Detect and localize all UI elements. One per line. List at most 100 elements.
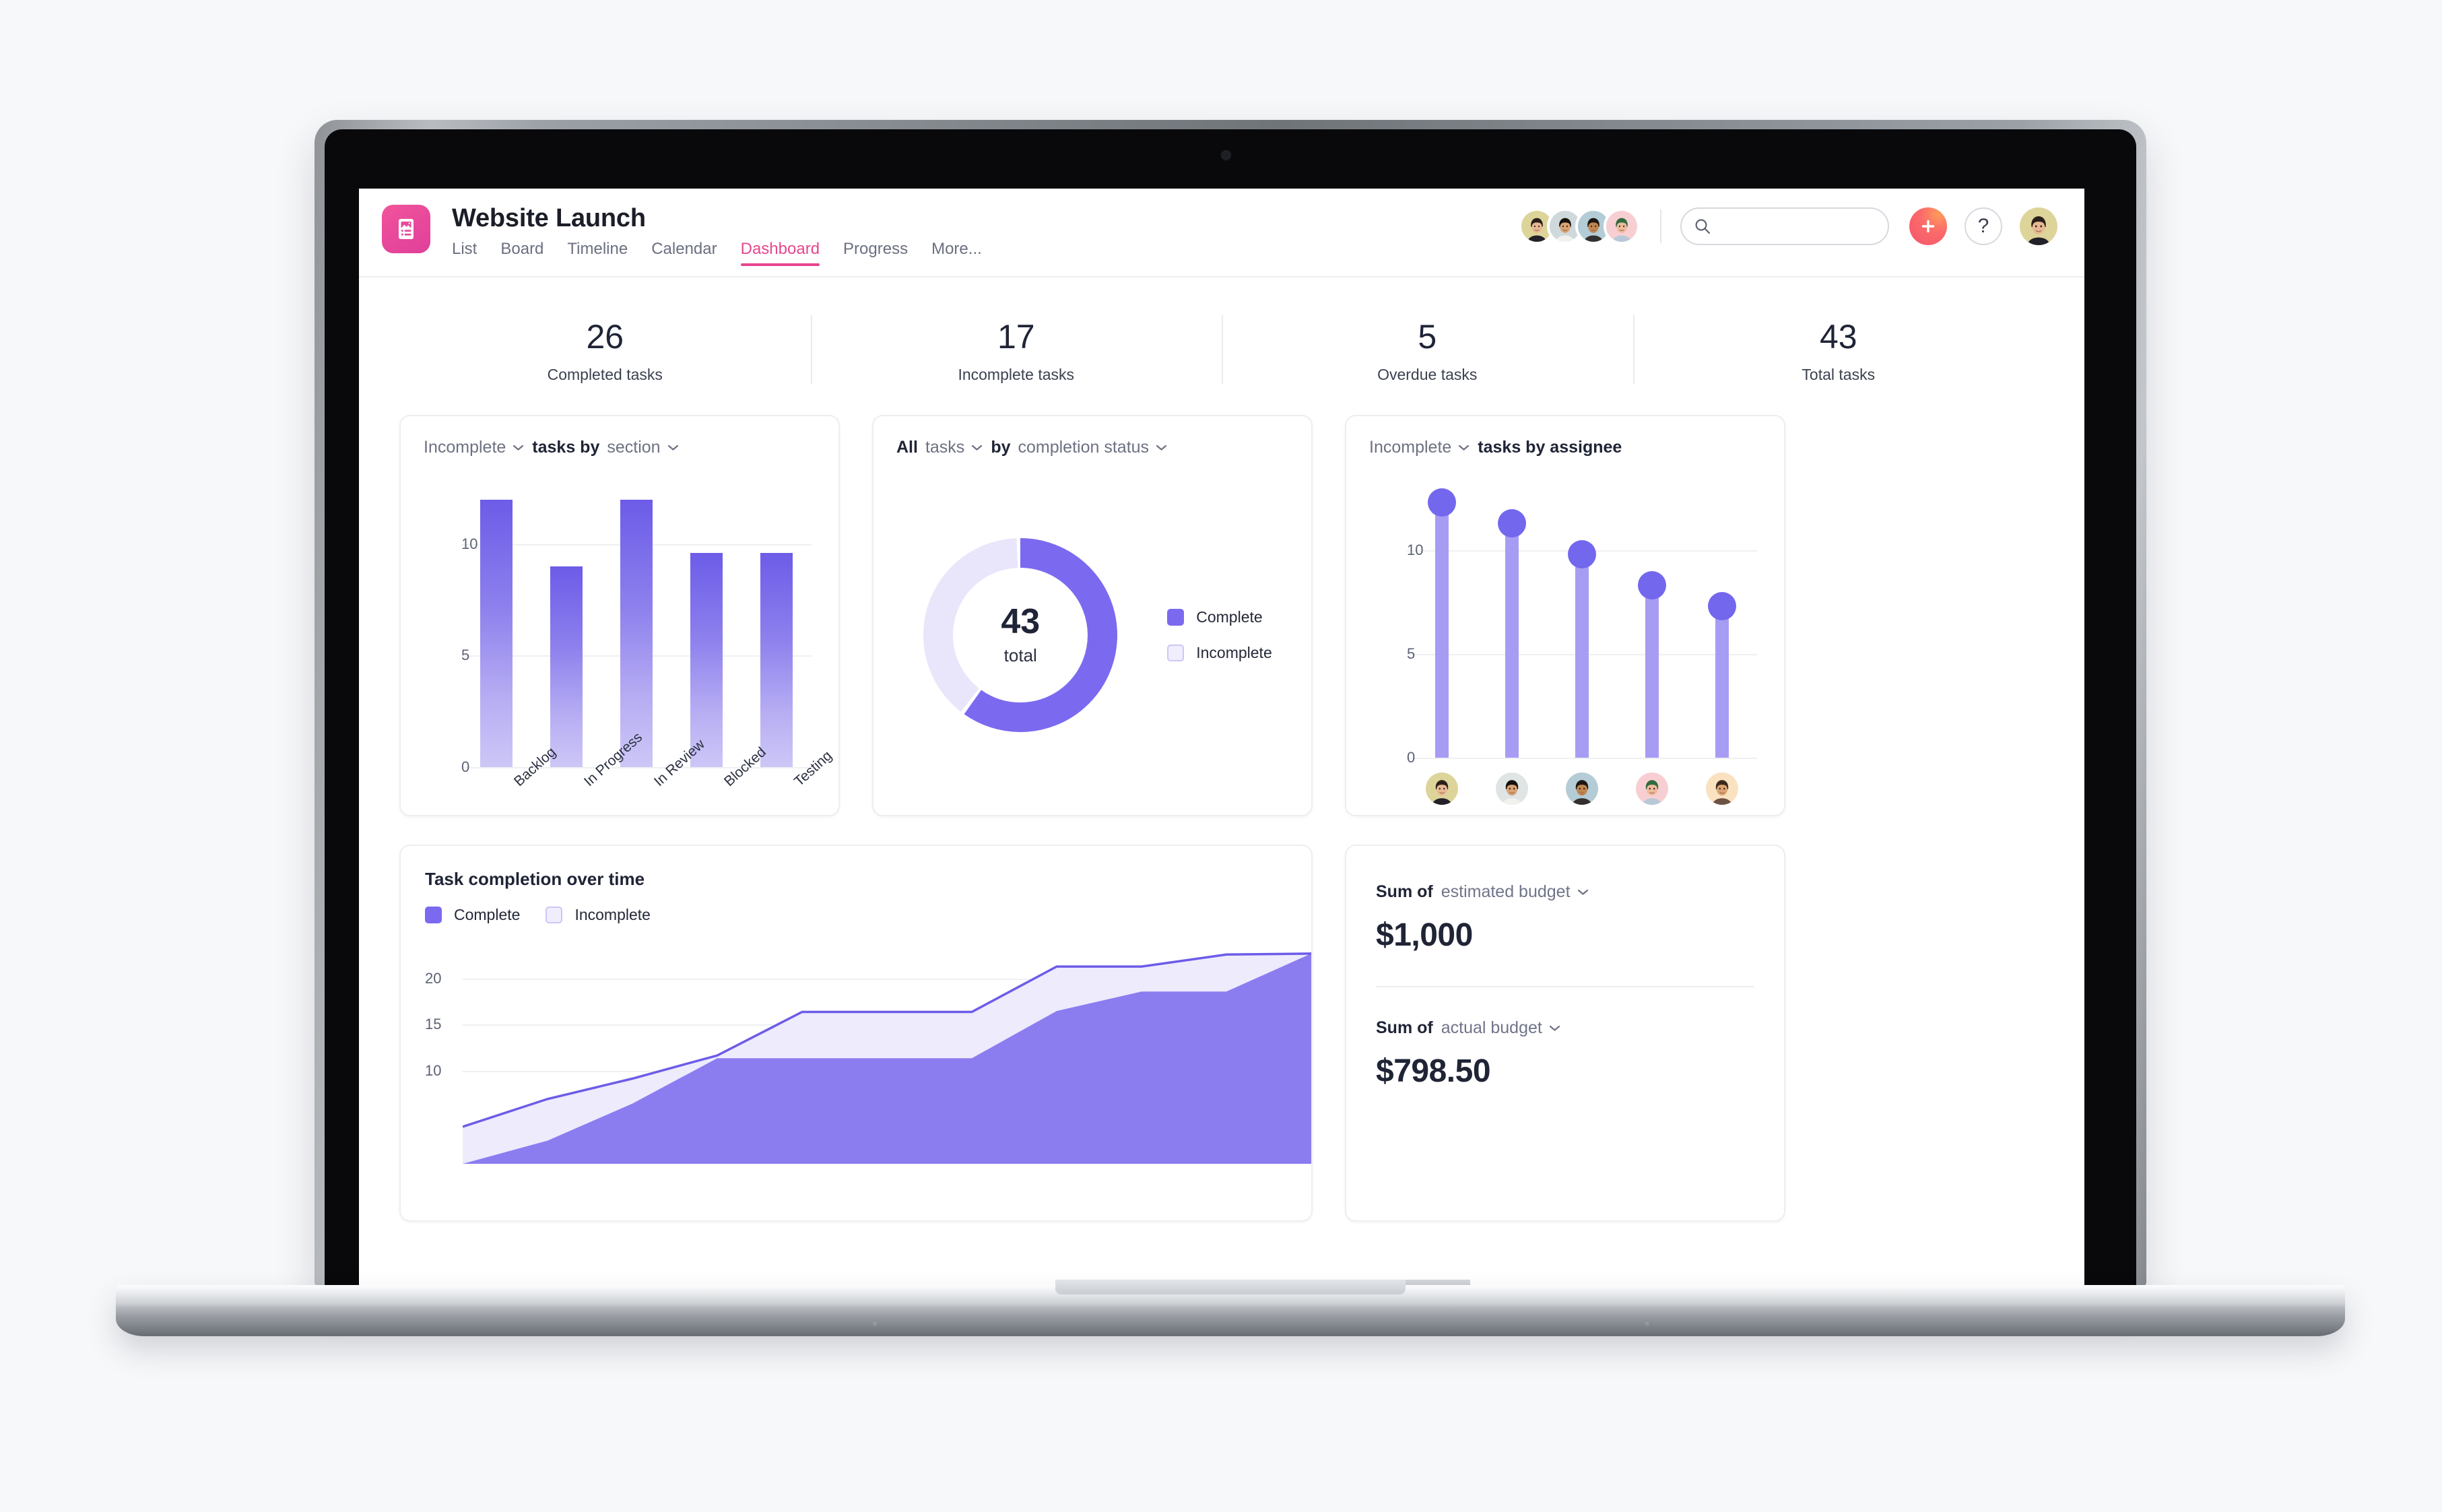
card-budget-summary: Sum of estimated budget $1,000 Sum of ac… xyxy=(1345,844,1785,1222)
search-input[interactable] xyxy=(1718,218,1876,234)
current-user-avatar[interactable] xyxy=(2020,207,2057,245)
filter-dropdown-tasks[interactable]: tasks xyxy=(925,438,983,457)
lollipop-item[interactable] xyxy=(1638,488,1666,758)
y-axis-tick: 15 xyxy=(425,1016,442,1033)
legend-label: Incomplete xyxy=(574,905,651,923)
budget-estimated-value: $1,000 xyxy=(1376,917,1473,953)
webcam-dot xyxy=(1222,152,1230,159)
legend-item-complete[interactable]: Complete xyxy=(425,906,520,924)
area-svg xyxy=(463,952,1311,1164)
title-and-tabs: Website Launch List Board Timeline Calen… xyxy=(452,204,982,267)
stat-label: Total tasks xyxy=(1802,365,1876,383)
laptop-base xyxy=(116,1285,2345,1336)
view-tabs: List Board Timeline Calendar Dashboard P… xyxy=(452,240,982,267)
summary-stats-row: 26 Completed tasks 17 Incomplete tasks 5… xyxy=(359,277,2084,415)
budget-prefix: Sum of xyxy=(1376,882,1433,901)
legend-label: Complete xyxy=(454,905,521,923)
tab-board[interactable]: Board xyxy=(500,240,543,266)
lollipop-stem xyxy=(1435,508,1449,758)
bar[interactable] xyxy=(480,499,513,767)
avatar-assignee-3[interactable] xyxy=(1566,772,1598,805)
lollipop-stem xyxy=(1505,529,1519,758)
avatar-assignee-4[interactable] xyxy=(1636,772,1668,805)
tab-progress[interactable]: Progress xyxy=(843,240,908,266)
chevron-down-icon xyxy=(667,445,678,451)
legend-item-incomplete[interactable]: Incomplete xyxy=(546,906,651,924)
budget-field-dropdown-actual[interactable]: actual budget xyxy=(1441,1018,1561,1038)
widget-row-1: Incomplete tasks by section 0 5 10 Backlog I… xyxy=(359,414,2084,816)
card-title-middle: tasks by xyxy=(532,437,600,457)
chevron-down-icon xyxy=(513,445,524,451)
tab-calendar[interactable]: Calendar xyxy=(651,240,717,266)
widget-row-2: Task completion over time Complete Incom… xyxy=(359,844,2084,1222)
assignee-avatar-axis xyxy=(1407,772,1757,805)
filter-label-all: All xyxy=(896,437,918,457)
member-avatar-stack[interactable] xyxy=(1519,208,1640,244)
filter-dropdown-incomplete[interactable]: Incomplete xyxy=(424,438,525,457)
lollipop-item[interactable] xyxy=(1568,488,1596,758)
card-header: Incomplete tasks by assignee xyxy=(1346,416,1784,457)
stat-label: Completed tasks xyxy=(547,365,663,383)
donut-chart: 43 total xyxy=(913,527,1128,743)
add-button[interactable] xyxy=(1909,207,1947,245)
avatar-member-4[interactable] xyxy=(1604,208,1640,244)
lollipop-knob xyxy=(1638,571,1666,600)
card-tasks-by-section: Incomplete tasks by section 0 5 10 Backlog I… xyxy=(399,414,840,816)
stat-label: Overdue tasks xyxy=(1377,365,1478,383)
search-box[interactable] xyxy=(1680,207,1889,245)
card-task-completion-over-time: Task completion over time Complete Incom… xyxy=(399,844,1313,1222)
lollipop-knob xyxy=(1428,488,1456,517)
x-axis-tick: In Progress xyxy=(581,729,646,789)
legend-item-incomplete[interactable]: Incomplete xyxy=(1167,644,1272,662)
app-window: Website Launch List Board Timeline Calen… xyxy=(359,189,2084,1286)
x-axis-tick: Backlog xyxy=(511,744,559,789)
area-plot xyxy=(463,942,1311,1164)
budget-actual-block: Sum of actual budget $798.50 xyxy=(1346,987,1784,1090)
legend-item-complete[interactable]: Complete xyxy=(1167,608,1272,626)
avatar-assignee-5[interactable] xyxy=(1706,772,1738,805)
budget-field-dropdown-estimated[interactable]: estimated budget xyxy=(1441,882,1589,902)
lollipop-knob xyxy=(1568,540,1596,569)
stat-completed-tasks: 26 Completed tasks xyxy=(399,311,811,388)
filter-label: Incomplete xyxy=(1369,437,1452,457)
bar[interactable] xyxy=(690,552,723,767)
stat-incomplete-tasks: 17 Incomplete tasks xyxy=(810,311,1222,388)
stat-overdue-tasks: 5 Overdue tasks xyxy=(1222,311,1633,388)
card-tasks-by-completion-status: All tasks by completion status 43 total … xyxy=(872,414,1313,816)
bar[interactable] xyxy=(760,552,793,767)
header-divider xyxy=(1660,209,1661,243)
tab-timeline[interactable]: Timeline xyxy=(567,240,628,266)
lollipop-knob xyxy=(1708,592,1736,621)
bar-chart: 0 5 10 Backlog In Progress In Review Blocked Te… xyxy=(424,478,835,789)
donut-legend: Complete Incomplete xyxy=(1167,608,1272,662)
tab-list[interactable]: List xyxy=(452,240,477,266)
avatar-assignee-2[interactable] xyxy=(1496,772,1528,805)
groupby-dropdown-completion-status[interactable]: completion status xyxy=(1018,438,1168,457)
stat-value: 26 xyxy=(586,318,624,356)
bar[interactable] xyxy=(620,499,653,767)
lollipop-series xyxy=(1407,488,1757,758)
budget-prefix: Sum of xyxy=(1376,1018,1433,1037)
lollipop-item[interactable] xyxy=(1498,488,1526,758)
x-axis-tick: Blocked xyxy=(721,744,769,789)
chevron-down-icon xyxy=(1577,889,1588,895)
groupby-label: completion status xyxy=(1018,437,1150,457)
avatar-assignee-1[interactable] xyxy=(1426,772,1458,805)
filter-dropdown-incomplete[interactable]: Incomplete xyxy=(1369,438,1470,457)
help-button[interactable]: ? xyxy=(1965,207,2002,245)
app-header: Website Launch List Board Timeline Calen… xyxy=(359,189,2084,277)
donut-total-value: 43 xyxy=(1001,601,1041,641)
bar[interactable] xyxy=(550,566,583,767)
tab-dashboard[interactable]: Dashboard xyxy=(740,240,820,267)
budget-actual-value: $798.50 xyxy=(1376,1053,1491,1089)
budget-field-label: actual budget xyxy=(1441,1018,1542,1037)
chevron-down-icon xyxy=(1549,1025,1560,1031)
y-axis-tick: 10 xyxy=(425,1062,442,1079)
x-axis-tick: Testing xyxy=(791,747,835,789)
bar-series xyxy=(461,478,812,767)
lollipop-item[interactable] xyxy=(1708,488,1736,758)
legend-swatch-complete xyxy=(1167,608,1185,626)
tab-more[interactable]: More... xyxy=(931,240,982,266)
lollipop-item[interactable] xyxy=(1428,488,1456,758)
groupby-dropdown-section[interactable]: section xyxy=(607,438,679,457)
